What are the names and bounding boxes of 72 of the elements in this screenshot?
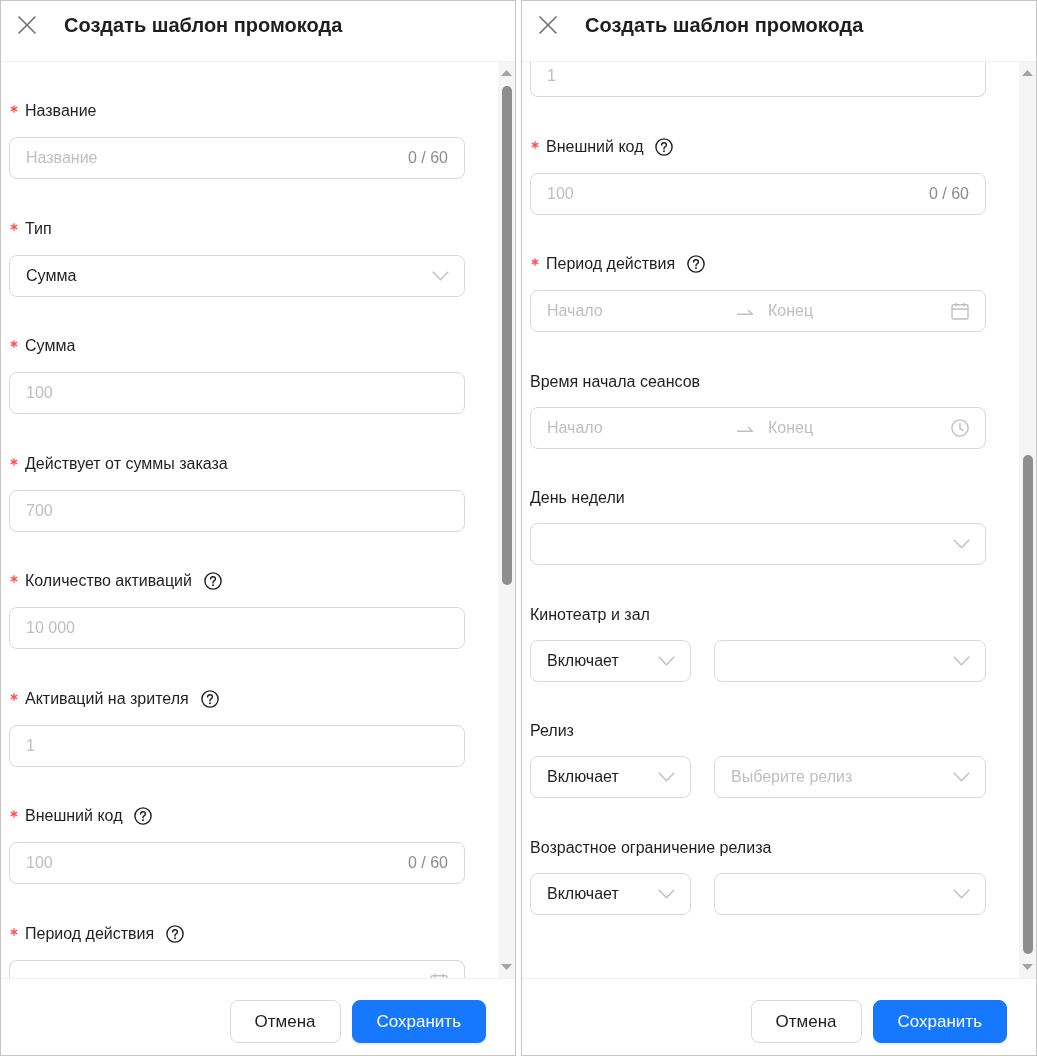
text-input[interactable]: 10 000	[9, 607, 465, 649]
text-input[interactable]: 1	[9, 724, 465, 767]
scrollbar-thumb[interactable]	[501, 86, 512, 585]
caret-up-icon[interactable]	[1022, 70, 1033, 76]
calendar-icon	[430, 972, 448, 978]
chevron-down-icon	[658, 772, 675, 782]
help-icon[interactable]	[166, 924, 185, 943]
close-icon	[539, 16, 557, 34]
text-input[interactable]: 1	[530, 62, 986, 97]
help-icon[interactable]	[200, 689, 219, 708]
field-label: Внешний код	[546, 136, 644, 157]
secondary-button[interactable]: Отмена	[750, 1000, 862, 1043]
scrollbar-thumb[interactable]	[1022, 455, 1033, 954]
field-label: Активаций на зрителя	[25, 688, 189, 709]
chevron-down-icon	[658, 655, 675, 666]
field-label: День недели	[530, 488, 625, 508]
chevron-down-icon	[432, 270, 449, 281]
field-label: Действует от суммы заказа	[25, 453, 228, 474]
start-time-input[interactable]: Начало	[547, 416, 722, 439]
clock-icon	[951, 418, 969, 437]
drawer-title: Создать шаблон промокода	[585, 13, 864, 38]
chevron-down-icon	[953, 772, 970, 782]
character-counter: 0 / 60	[407, 148, 448, 168]
field-label: Релиз	[530, 721, 574, 741]
field-label: Внешний код	[25, 806, 123, 826]
select-field[interactable]	[714, 872, 986, 915]
date-range-field[interactable]: Начало Конец	[530, 290, 986, 332]
primary-button[interactable]: Сохранить	[351, 1000, 486, 1043]
chevron-down-icon	[953, 655, 970, 666]
character-counter: 0 / 60	[928, 183, 969, 204]
close-button[interactable]	[539, 16, 557, 34]
field-label: Период действия	[25, 923, 155, 944]
field-label: Название	[25, 101, 97, 121]
field-label: Время начала сеансов	[530, 371, 701, 392]
calendar-icon	[951, 302, 969, 320]
select-field[interactable]: Включает	[530, 872, 691, 915]
start-date-input[interactable]: Начало	[547, 300, 722, 322]
secondary-button[interactable]: Отмена	[229, 1000, 341, 1043]
chevron-down-icon	[953, 888, 970, 899]
chevron-down-icon	[953, 539, 970, 549]
end-time-input[interactable]: Конец	[768, 416, 943, 439]
field-label: Тип	[25, 218, 52, 239]
character-counter: 0 / 60	[407, 853, 448, 873]
primary-button[interactable]: Сохранить	[872, 1000, 1007, 1043]
help-icon[interactable]	[134, 807, 153, 825]
drawer-title: Создать шаблон промокода	[64, 13, 343, 38]
chevron-down-icon	[658, 888, 675, 899]
text-input[interactable]: 100	[9, 372, 465, 414]
field-label: Возрастное ограничение релиза	[530, 837, 772, 858]
field-label: Период действия	[546, 254, 676, 274]
select-field[interactable]: Включает	[530, 639, 691, 682]
scrollbar-track[interactable]	[498, 62, 515, 978]
text-input[interactable]: 700	[9, 489, 465, 532]
help-icon[interactable]	[687, 255, 706, 273]
help-icon[interactable]	[203, 572, 222, 590]
select-field[interactable]: Сумма	[9, 254, 465, 297]
field-label: Кинотеатр и зал	[530, 604, 650, 625]
time-range-field[interactable]: Начало Конец	[530, 406, 986, 449]
field-label: Сумма	[25, 336, 76, 356]
select-field[interactable]: Включает	[530, 756, 691, 798]
date-range-field[interactable]	[9, 959, 465, 978]
caret-down-icon[interactable]	[501, 964, 512, 970]
close-button[interactable]	[18, 16, 36, 34]
caret-up-icon[interactable]	[501, 70, 512, 76]
close-icon	[18, 16, 36, 34]
field-label: Количество активаций	[25, 571, 192, 591]
caret-down-icon[interactable]	[1022, 964, 1033, 970]
end-date-input[interactable]: Конец	[768, 300, 943, 322]
select-field[interactable]	[530, 523, 986, 565]
scrollbar-track[interactable]	[1019, 62, 1036, 978]
select-field[interactable]	[714, 639, 986, 682]
help-icon[interactable]	[655, 137, 674, 156]
